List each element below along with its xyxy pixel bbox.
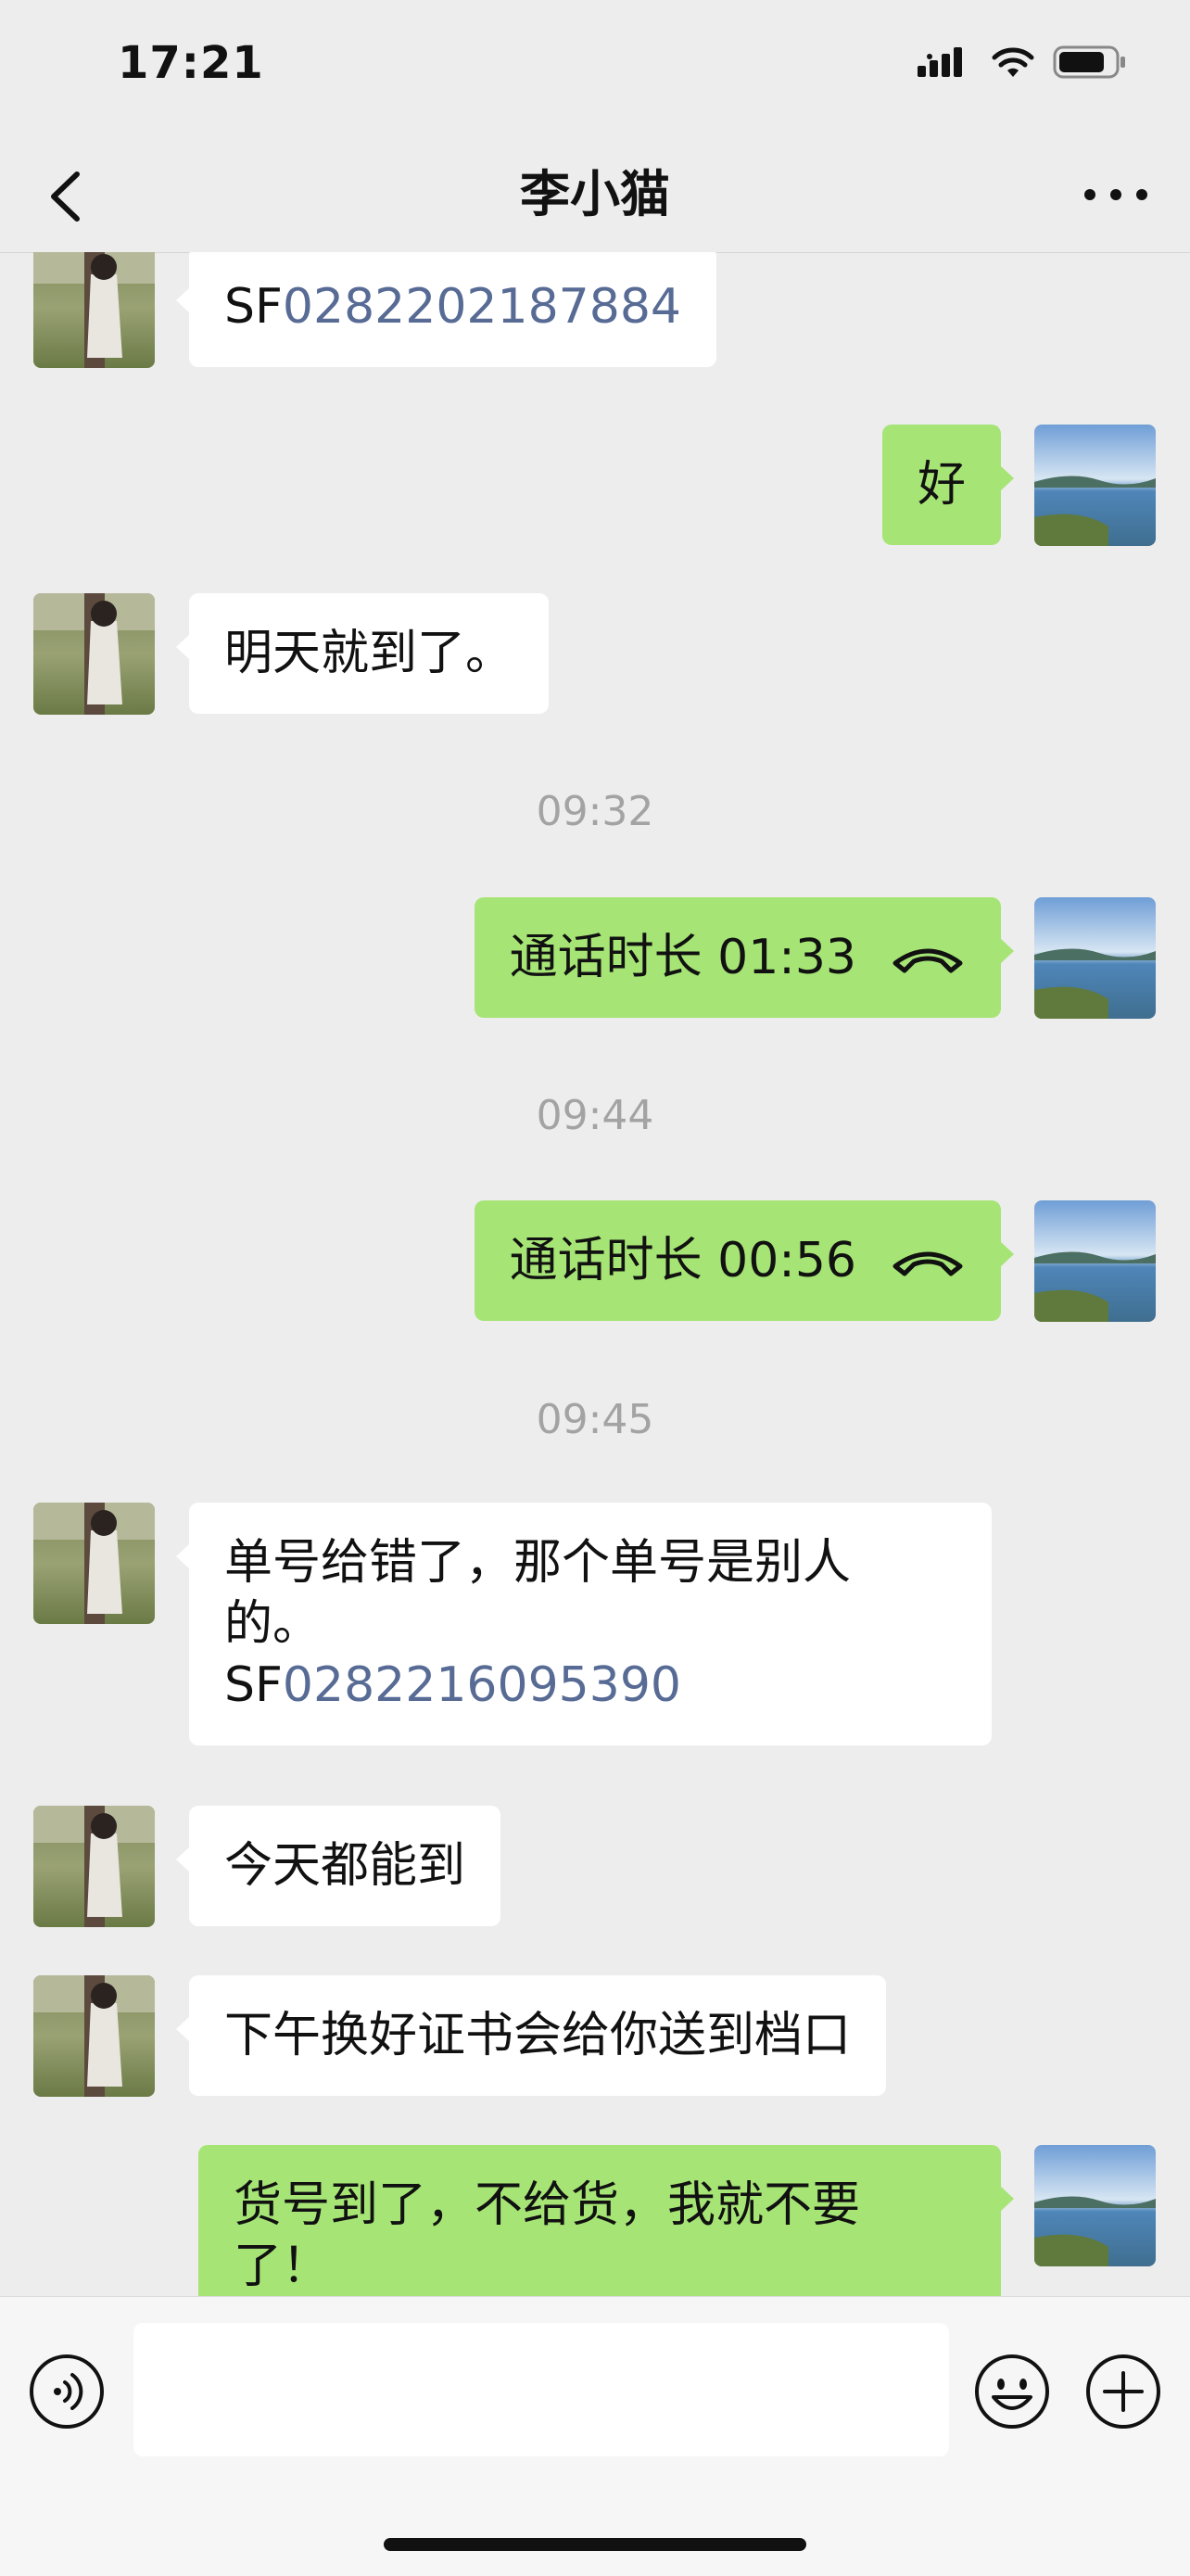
message-bubble-received[interactable]: 明天就到了。 bbox=[175, 593, 550, 714]
phone-hangup-icon bbox=[892, 948, 963, 973]
message-bubble-received[interactable]: 单号给错了，那个单号是别人 的。 SF0282216095390 bbox=[176, 1503, 992, 1745]
status-time: 17:21 bbox=[118, 37, 264, 89]
message-bubble-sent[interactable]: 好 bbox=[881, 425, 1015, 545]
contact-avatar[interactable] bbox=[33, 1806, 155, 1927]
more-dots-icon bbox=[1084, 189, 1147, 200]
message-line: 的。 bbox=[224, 1596, 322, 1652]
emoji-icon bbox=[975, 2354, 1049, 2429]
more-button[interactable] bbox=[1079, 167, 1153, 222]
plus-icon bbox=[1086, 2354, 1160, 2429]
message-input[interactable] bbox=[133, 2323, 949, 2456]
voice-icon bbox=[30, 2354, 104, 2429]
voice-button[interactable] bbox=[28, 2353, 106, 2430]
nav-bar: 李小猫 bbox=[0, 139, 1190, 253]
my-avatar[interactable] bbox=[1034, 425, 1156, 546]
cellular-signal-icon bbox=[918, 47, 962, 77]
contact-avatar[interactable] bbox=[33, 252, 155, 368]
contact-avatar[interactable] bbox=[33, 1503, 155, 1624]
tracking-number-link[interactable]: 0282202187884 bbox=[283, 279, 681, 335]
chat-title: 李小猫 bbox=[520, 165, 670, 223]
more-functions-button[interactable] bbox=[1084, 2353, 1162, 2430]
my-avatar[interactable] bbox=[1034, 897, 1156, 1019]
contact-avatar[interactable] bbox=[33, 1975, 155, 2097]
message-bubble-received[interactable]: 下午换好证书会给你送到档口 bbox=[175, 1975, 887, 2096]
input-bar bbox=[0, 2296, 1190, 2576]
call-duration-text: 通话时长 01:33 bbox=[509, 930, 856, 985]
call-record-bubble[interactable]: 通话时长 00:56 bbox=[474, 1200, 1015, 1321]
call-duration-text: 通话时长 00:56 bbox=[509, 1233, 856, 1288]
status-icons bbox=[918, 44, 1127, 80]
my-avatar[interactable] bbox=[1034, 2145, 1156, 2266]
message-bubble-received[interactable]: 今天都能到 bbox=[175, 1806, 501, 1926]
emoji-button[interactable] bbox=[973, 2353, 1051, 2430]
tracking-prefix: SF bbox=[224, 279, 283, 335]
phone-hangup-icon bbox=[892, 1251, 963, 1276]
tracking-number-link[interactable]: 0282216095390 bbox=[283, 1657, 681, 1713]
message-line: 了！ bbox=[234, 2239, 331, 2294]
contact-avatar[interactable] bbox=[33, 593, 155, 715]
message-bubble-received[interactable]: SF0282202187884 bbox=[175, 252, 717, 367]
tracking-prefix: SF bbox=[224, 1657, 283, 1713]
timestamp: 09:45 bbox=[536, 1396, 654, 1443]
home-indicator bbox=[384, 2538, 806, 2551]
chat-messages[interactable]: SF0282202187884 好 明天就到了。 09:32 通话时长 01:3… bbox=[0, 252, 1190, 2296]
battery-icon bbox=[1053, 45, 1125, 79]
timestamp: 09:44 bbox=[536, 1092, 654, 1139]
timestamp: 09:32 bbox=[536, 788, 654, 835]
message-line: 单号给错了，那个单号是别人 bbox=[224, 1535, 852, 1591]
status-bar: 17:21 bbox=[0, 0, 1190, 139]
wifi-icon bbox=[992, 47, 1034, 77]
message-bubble-sent[interactable]: 货号到了，不给货，我就不要 了！ bbox=[198, 2145, 1014, 2296]
my-avatar[interactable] bbox=[1034, 1200, 1156, 1322]
message-line: 货号到了，不给货，我就不要 bbox=[234, 2177, 861, 2233]
call-record-bubble[interactable]: 通话时长 01:33 bbox=[474, 897, 1015, 1018]
